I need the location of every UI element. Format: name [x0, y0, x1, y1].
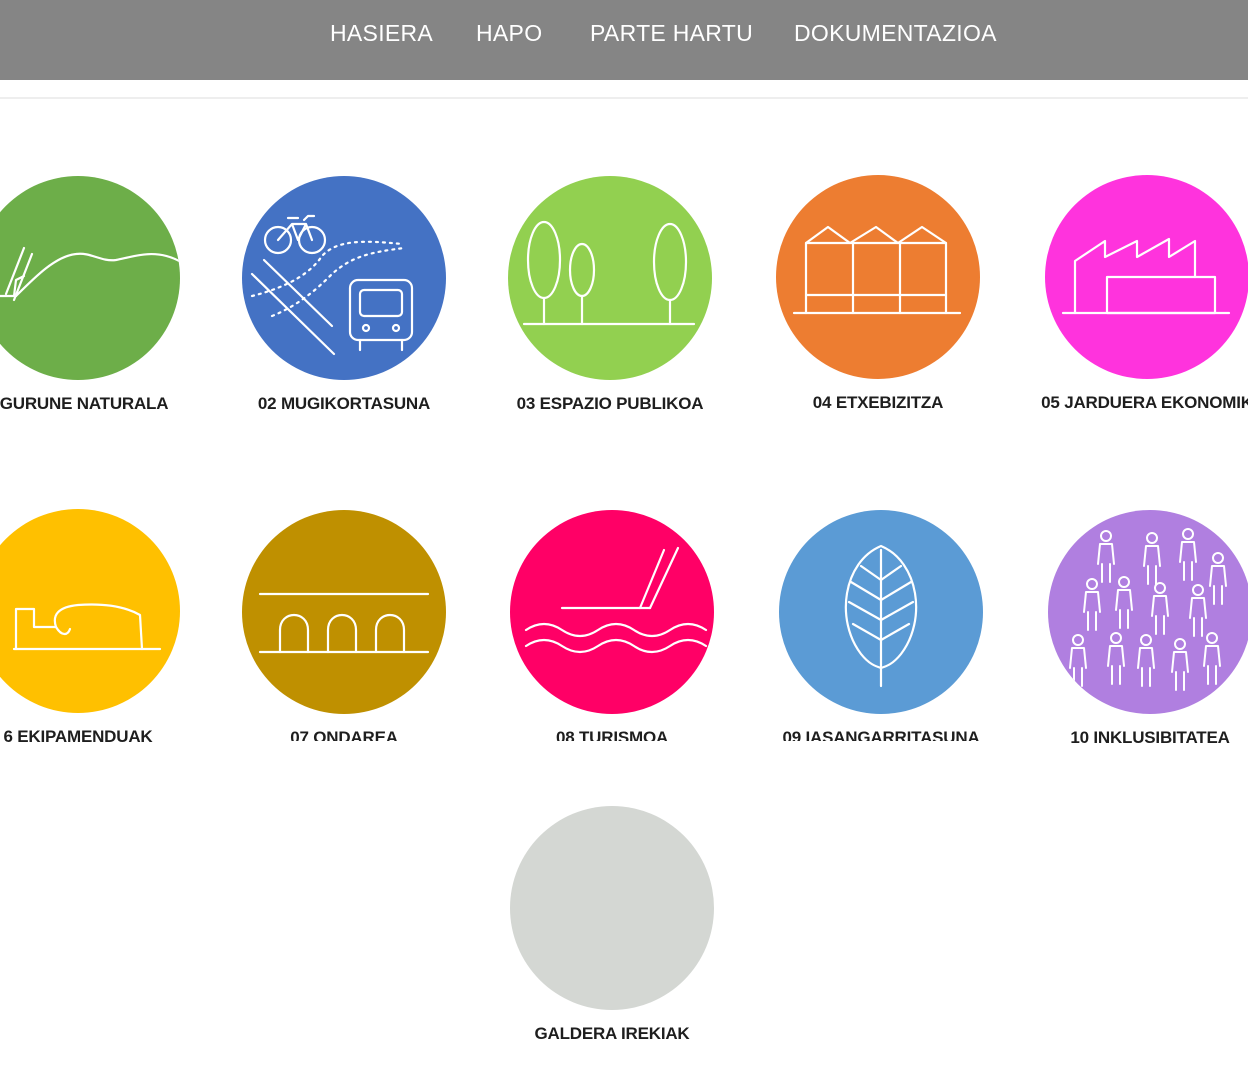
nav-hasiera-link[interactable]: HASIERA [330, 18, 433, 48]
topic-label: GALDERA IREKIAK [534, 1024, 690, 1043]
mobility-icon [242, 176, 446, 380]
leaf-icon [779, 510, 983, 714]
topic-label: 07 ONDAREA [290, 728, 398, 741]
topic-label: 05 JARDUERA EKONOMIK [1041, 393, 1248, 412]
topic-label: 04 ETXEBIZITZA [812, 393, 944, 412]
building-icon [0, 509, 180, 713]
main-navbar: HASIERA HAPO PARTE HARTU DOKUMENTAZIOA [0, 0, 1248, 80]
nav-hapo-link[interactable]: HAPO [476, 18, 542, 48]
factory-icon [1045, 175, 1248, 379]
topic-label: 10 INKLUSIBITATEA [1070, 728, 1230, 747]
nav-dokumentazioa-link[interactable]: DOKUMENTAZIOA [794, 18, 997, 48]
topic-label: 08 TURISMOA [555, 728, 669, 741]
landscape-icon [0, 176, 180, 380]
people-icon [1048, 510, 1248, 714]
topic-label: 03 ESPAZIO PUBLIKOA [516, 394, 704, 413]
nav-parte-hartu-link[interactable]: PARTE HARTU [590, 18, 753, 48]
houses-icon [776, 175, 980, 379]
header-divider [0, 97, 1248, 99]
topic-label: 09 IASANGARRITASUNA [782, 728, 980, 741]
topic-label: 02 MUGIKORTASUNA [257, 394, 431, 413]
trees-icon [508, 176, 712, 380]
deckchair-waves-icon [510, 510, 714, 714]
blank-circle-icon [510, 806, 714, 1010]
arches-icon [242, 510, 446, 714]
